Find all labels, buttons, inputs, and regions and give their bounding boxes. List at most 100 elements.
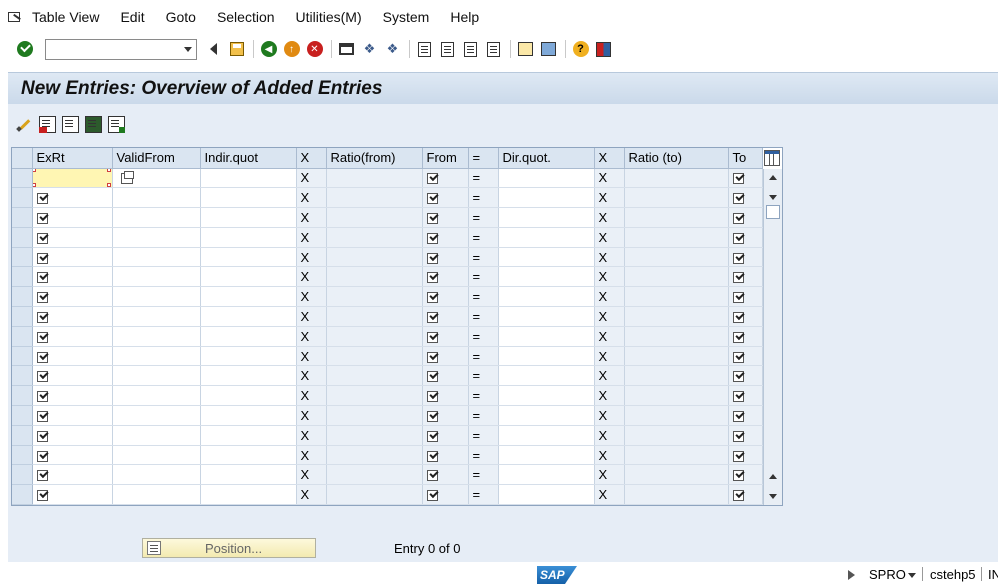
checkbox-icon[interactable] <box>732 430 744 442</box>
validfrom-cell[interactable] <box>112 484 201 505</box>
to-cell[interactable] <box>728 227 763 248</box>
col-header-ratio-to[interactable]: Ratio (to) <box>624 148 729 169</box>
col-header-validfrom[interactable]: ValidFrom <box>112 148 201 169</box>
checkbox-icon[interactable] <box>732 450 744 462</box>
dir-quot-cell[interactable] <box>498 405 595 426</box>
exrt-cell[interactable] <box>32 207 113 228</box>
position-button[interactable]: Position... <box>142 538 316 558</box>
to-cell[interactable] <box>728 385 763 407</box>
last-page-icon[interactable] <box>485 41 502 58</box>
exrt-cell[interactable] <box>32 326 113 347</box>
to-cell[interactable] <box>728 445 763 466</box>
dir-quot-cell[interactable] <box>498 365 595 387</box>
validfrom-cell[interactable] <box>112 168 201 189</box>
scroll-up-icon[interactable] <box>769 175 777 180</box>
indir-quot-cell[interactable] <box>200 227 297 248</box>
validfrom-cell[interactable] <box>112 464 201 486</box>
checkbox-icon[interactable] <box>36 391 48 403</box>
row-selector[interactable] <box>12 306 33 327</box>
checkbox-icon[interactable] <box>36 371 48 383</box>
checkbox-icon[interactable] <box>732 470 744 482</box>
from-cell[interactable] <box>422 425 469 446</box>
to-cell[interactable] <box>728 306 763 327</box>
checkbox-icon[interactable] <box>36 232 48 244</box>
dir-quot-cell[interactable] <box>498 326 595 347</box>
dir-quot-cell[interactable] <box>498 306 595 327</box>
indir-quot-cell[interactable] <box>200 306 297 327</box>
checkbox-icon[interactable] <box>426 173 438 185</box>
dir-quot-cell[interactable] <box>498 168 595 189</box>
to-cell[interactable] <box>728 425 763 446</box>
from-cell[interactable] <box>422 227 469 248</box>
from-cell[interactable] <box>422 346 469 367</box>
from-cell[interactable] <box>422 168 469 189</box>
validfrom-cell[interactable] <box>112 306 201 327</box>
row-selector[interactable] <box>12 346 33 367</box>
row-selector[interactable] <box>12 425 33 446</box>
row-selector[interactable] <box>12 286 33 308</box>
checkbox-icon[interactable] <box>732 391 744 403</box>
checkbox-icon[interactable] <box>426 490 438 502</box>
menu-help[interactable]: Help <box>450 9 479 25</box>
validfrom-cell[interactable] <box>112 286 201 308</box>
checkbox-icon[interactable] <box>732 351 744 363</box>
menu-edit[interactable]: Edit <box>120 9 144 25</box>
indir-quot-cell[interactable] <box>200 484 297 505</box>
select-all-cell[interactable] <box>12 148 33 169</box>
dir-quot-cell[interactable] <box>498 266 595 288</box>
col-header-exrt[interactable]: ExRt <box>32 148 113 169</box>
scroll-page-up-icon[interactable] <box>769 474 777 479</box>
checkbox-icon[interactable] <box>426 193 438 205</box>
table-settings-icon[interactable] <box>764 150 780 166</box>
row-selector[interactable] <box>12 207 33 228</box>
sap-menu-icon[interactable] <box>8 11 22 23</box>
row-selector[interactable] <box>12 326 33 347</box>
menu-goto[interactable]: Goto <box>166 9 196 25</box>
validfrom-cell[interactable] <box>112 405 201 426</box>
validfrom-cell[interactable] <box>112 227 201 248</box>
select-block-icon[interactable] <box>85 115 102 133</box>
to-cell[interactable] <box>728 365 763 387</box>
vertical-scrollbar[interactable] <box>763 169 782 505</box>
validfrom-cell[interactable] <box>112 346 201 367</box>
indir-quot-cell[interactable] <box>200 346 297 367</box>
from-cell[interactable] <box>422 405 469 426</box>
new-session-icon[interactable] <box>517 41 534 58</box>
checkbox-icon[interactable] <box>732 411 744 423</box>
indir-quot-cell[interactable] <box>200 365 297 387</box>
exrt-cell[interactable] <box>32 425 113 446</box>
previous-page-icon[interactable] <box>439 41 456 58</box>
checkbox-icon[interactable] <box>426 213 438 225</box>
back-icon[interactable]: ◀ <box>260 41 277 58</box>
to-cell[interactable] <box>728 207 763 228</box>
checkbox-icon[interactable] <box>732 272 744 284</box>
exrt-cell[interactable] <box>32 464 113 486</box>
indir-quot-cell[interactable] <box>200 286 297 308</box>
col-header-indir-quot[interactable]: Indir.quot <box>200 148 297 169</box>
status-dropdown-icon[interactable] <box>908 573 916 578</box>
checkbox-icon[interactable] <box>426 272 438 284</box>
checkbox-icon[interactable] <box>732 173 744 185</box>
dir-quot-cell[interactable] <box>498 385 595 407</box>
row-selector[interactable] <box>12 405 33 426</box>
col-header-from[interactable]: From <box>422 148 469 169</box>
indir-quot-cell[interactable] <box>200 326 297 347</box>
checkbox-icon[interactable] <box>732 371 744 383</box>
indir-quot-cell[interactable] <box>200 425 297 446</box>
command-field[interactable] <box>45 38 197 60</box>
to-cell[interactable] <box>728 405 763 426</box>
value-help-icon[interactable] <box>120 171 134 185</box>
indir-quot-cell[interactable] <box>200 187 297 209</box>
dir-quot-cell[interactable] <box>498 445 595 466</box>
dir-quot-cell[interactable] <box>498 346 595 367</box>
indir-quot-cell[interactable] <box>200 385 297 407</box>
checkbox-icon[interactable] <box>426 470 438 482</box>
row-selector[interactable] <box>12 445 33 466</box>
from-cell[interactable] <box>422 306 469 327</box>
checkbox-icon[interactable] <box>732 490 744 502</box>
checkbox-icon[interactable] <box>426 391 438 403</box>
col-header-x-2[interactable]: X <box>594 148 625 169</box>
checkbox-icon[interactable] <box>36 470 48 482</box>
from-cell[interactable] <box>422 266 469 288</box>
checkbox-icon[interactable] <box>426 411 438 423</box>
